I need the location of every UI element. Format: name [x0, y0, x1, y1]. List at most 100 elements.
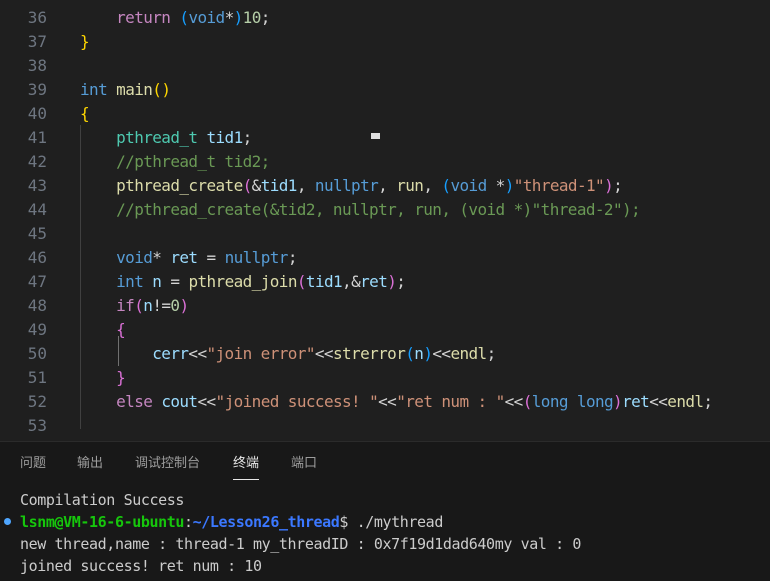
code-text: //pthread_t tid2; [80, 150, 270, 174]
code-token: = [197, 248, 225, 267]
code-token: , [423, 176, 442, 195]
code-token: cerr [152, 344, 189, 363]
terminal-cursor [371, 133, 380, 139]
code-token: << [504, 392, 524, 411]
line-number: 38 [27, 56, 47, 75]
code-token: //pthread_t tid2; [116, 152, 270, 171]
code-token: ) [387, 272, 397, 291]
terminal-command: ./mythread [356, 513, 444, 531]
code-line[interactable]: 42 //pthread_t tid2; [0, 150, 770, 174]
code-line[interactable]: 43 pthread_create(&tid1, nullptr, run, (… [0, 174, 770, 198]
code-token: , [378, 176, 397, 195]
code-token: * [224, 8, 235, 27]
code-token: << [197, 392, 216, 411]
code-text: if(n!=0) [80, 294, 189, 318]
terminal-output-line: joined success! ret num : 10 [20, 557, 262, 575]
code-token: nullptr [224, 248, 289, 267]
code-line[interactable]: 38 [0, 54, 770, 78]
code-token: ; [242, 128, 253, 147]
code-line[interactable]: 36 return (void*)10; [0, 6, 770, 30]
code-token: pthread_create [116, 176, 243, 195]
prompt-user: lsnm@VM-16-6-ubuntu [20, 513, 184, 531]
code-line[interactable]: 44 //pthread_create(&tid2, nullptr, run,… [0, 198, 770, 222]
code-token: if [116, 296, 135, 315]
code-token: ) [233, 8, 244, 27]
code-editor[interactable]: 36 return (void*)10; 37} 38 39 int main() 40{… [0, 0, 770, 441]
line-number: 43 [27, 176, 47, 195]
code-token: << [188, 344, 207, 363]
tab-problems[interactable]: 问题 [20, 450, 46, 478]
code-text: pthread_create(&tid1, nullptr, run, (voi… [80, 174, 623, 198]
code-text: { [80, 102, 90, 126]
code-line[interactable]: 52 else cout<<"joined success! "<<"ret n… [0, 390, 770, 414]
line-number: 41 [27, 128, 47, 147]
code-token: else [116, 392, 153, 411]
code-token: n [414, 344, 424, 363]
code-token: endl [450, 344, 487, 363]
code-token: endl [667, 392, 704, 411]
code-token: ; [260, 8, 271, 27]
code-line[interactable]: 46 void* ret = nullptr; [0, 246, 770, 270]
code-line[interactable]: 48 if(n!=0) [0, 294, 770, 318]
code-line[interactable]: 53 [0, 414, 770, 438]
code-token: << [649, 392, 668, 411]
code-token: int [116, 272, 144, 291]
code-token: ) [504, 176, 515, 195]
code-token: ) [613, 392, 623, 411]
code-token: int [80, 80, 108, 99]
prompt-path: ~/Lesson26_thread [192, 513, 340, 531]
code-line[interactable]: 47 int n = pthread_join(tid1,&ret); [0, 270, 770, 294]
code-line[interactable]: 40 { [0, 102, 770, 126]
indent-guide-active [118, 336, 119, 366]
code-token: ,& [342, 272, 361, 291]
tab-terminal[interactable]: 终端 [233, 450, 260, 480]
code-text: int n = pthread_join(tid1,&ret); [80, 270, 406, 294]
code-line[interactable]: 51 } [0, 366, 770, 390]
code-line[interactable]: 39 int main() [0, 78, 770, 102]
code-token: () [152, 80, 171, 99]
code-line[interactable]: 50 cerr<<"join error"<<strerror(n)<<endl… [0, 342, 770, 366]
line-number: 48 [27, 296, 47, 315]
tab-ports[interactable]: 端口 [291, 450, 317, 478]
code-token: cout [161, 392, 198, 411]
code-token: * [152, 248, 171, 267]
tab-debug-console[interactable]: 调试控制台 [135, 450, 200, 478]
code-token: ( [522, 392, 533, 411]
tab-output[interactable]: 输出 [77, 450, 103, 478]
code-token: "join error" [206, 344, 315, 363]
code-token: ) [179, 296, 189, 315]
code-token: ret [622, 392, 650, 411]
code-token: ( [405, 344, 415, 363]
code-token: << [432, 344, 451, 363]
line-number: 44 [27, 200, 47, 219]
code-line[interactable]: 45 [0, 222, 770, 246]
code-text: return (void*)10; [80, 6, 270, 30]
terminal-output-line: new thread,name : thread-1 my_threadID :… [20, 535, 581, 553]
code-token: ) [604, 176, 614, 195]
command-decoration-icon[interactable] [4, 518, 11, 525]
code-token: //pthread_create(&tid2, nullptr, run, (v… [116, 200, 641, 219]
code-token: long long [531, 392, 614, 411]
code-token: } [80, 32, 90, 51]
code-token: "ret num : " [396, 392, 505, 411]
code-line[interactable]: 41 pthread_t tid1; [0, 126, 770, 150]
code-token: ( [242, 176, 253, 195]
code-token: tid1 [206, 128, 243, 147]
code-text: } [80, 30, 90, 54]
code-token: pthread_t [116, 128, 198, 147]
code-line[interactable]: 49 { [0, 318, 770, 342]
code-line[interactable]: 37} [0, 30, 770, 54]
code-token: "joined success! " [215, 392, 379, 411]
line-number: 49 [27, 320, 47, 339]
code-text: void* ret = nullptr; [80, 246, 297, 270]
code-text: int main() [80, 78, 171, 102]
code-token: & [251, 176, 262, 195]
